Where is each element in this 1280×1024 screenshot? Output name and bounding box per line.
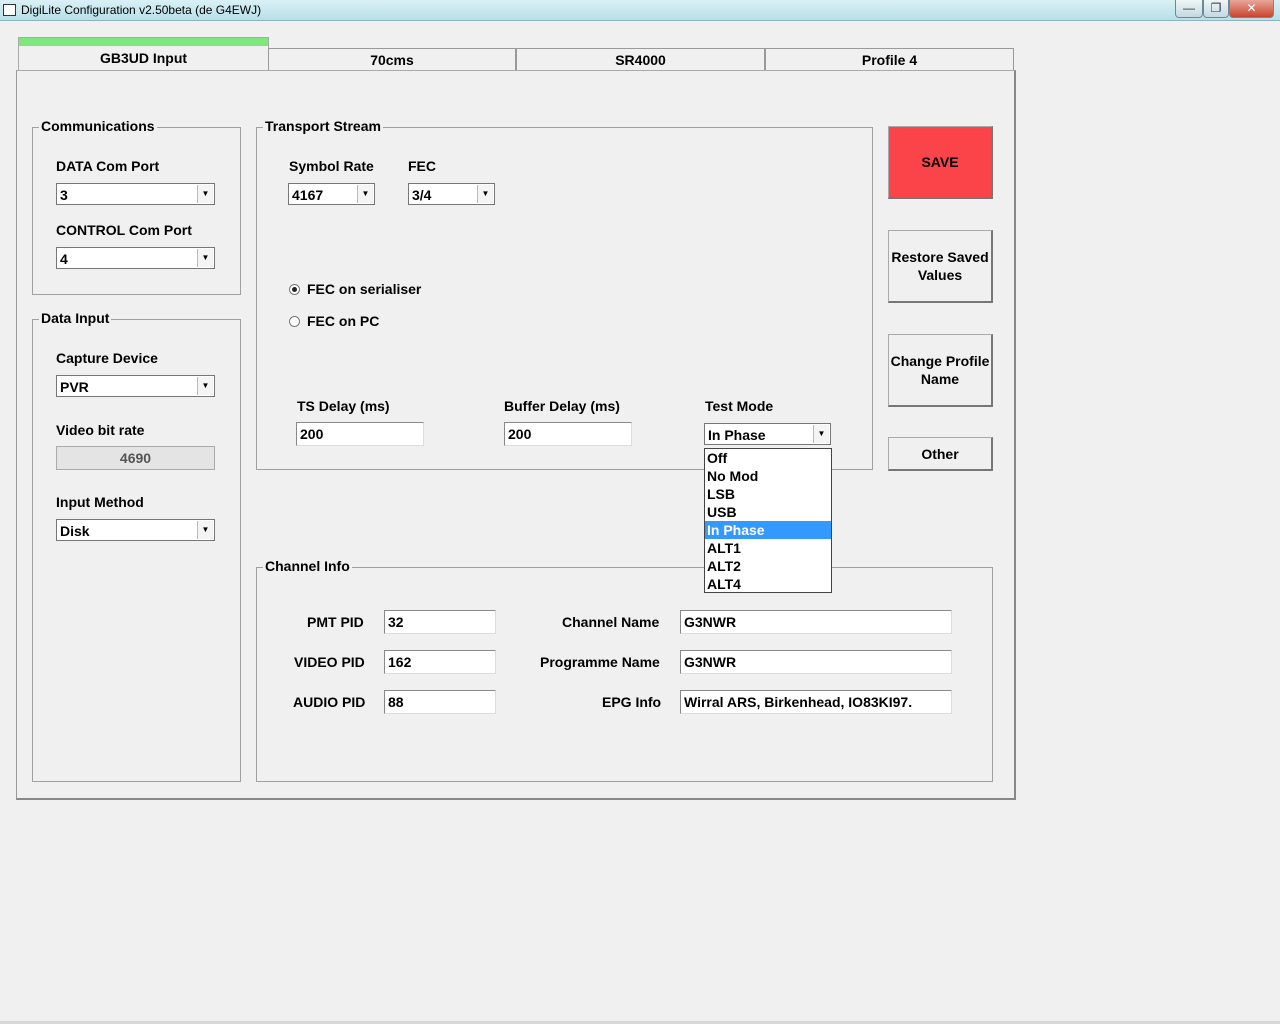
- channel-name-field[interactable]: G3NWR: [680, 610, 952, 634]
- fec-select[interactable]: 3/4 ▼: [408, 183, 495, 205]
- field-value: 4690: [119, 450, 152, 466]
- chevron-down-icon[interactable]: ▼: [197, 377, 213, 395]
- group-legend: Communications: [39, 118, 157, 134]
- title-bar: DigiLite Configuration v2.50beta (de G4E…: [0, 0, 1280, 21]
- field-value: 162: [388, 654, 412, 670]
- fec-on-serialiser-label[interactable]: FEC on serialiser: [307, 281, 421, 297]
- fec-on-serialiser-radio[interactable]: [289, 284, 300, 295]
- capture-device-select[interactable]: PVR ▼: [56, 375, 215, 397]
- field-value: Wirral ARS, Birkenhead, IO83KI97.: [684, 694, 913, 710]
- chevron-down-icon[interactable]: ▼: [197, 521, 213, 539]
- communications-group: Communications: [32, 118, 241, 295]
- input-method-label: Input Method: [56, 494, 144, 510]
- test-mode-option[interactable]: LSB: [705, 485, 831, 503]
- control-com-port-label: CONTROL Com Port: [56, 222, 192, 238]
- field-value: 200: [508, 426, 532, 442]
- tab-label: Profile 4: [861, 52, 918, 68]
- fec-on-pc-label[interactable]: FEC on PC: [307, 313, 379, 329]
- select-value: In Phase: [708, 427, 766, 443]
- chevron-down-icon[interactable]: ▼: [197, 249, 213, 267]
- video-bit-rate-field: 4690: [56, 446, 215, 470]
- change-profile-name-button[interactable]: Change Profile Name: [888, 334, 993, 407]
- audio-pid-label: AUDIO PID: [293, 694, 366, 710]
- select-value: 3: [60, 187, 68, 203]
- symbol-rate-label: Symbol Rate: [289, 158, 374, 174]
- field-value: 200: [300, 426, 324, 442]
- test-mode-option[interactable]: Off: [705, 449, 831, 467]
- restore-saved-values-button[interactable]: Restore Saved Values: [888, 230, 993, 303]
- programme-name-label: Programme Name: [540, 654, 660, 670]
- audio-pid-field[interactable]: 88: [384, 690, 496, 714]
- group-legend: Channel Info: [263, 558, 352, 574]
- ts-delay-field[interactable]: 200: [296, 422, 424, 446]
- test-mode-option[interactable]: ALT2: [705, 557, 831, 575]
- epg-info-label: EPG Info: [602, 694, 662, 710]
- symbol-rate-select[interactable]: 4167 ▼: [288, 183, 375, 205]
- minimize-button[interactable]: —: [1175, 0, 1203, 18]
- chevron-down-icon[interactable]: ▼: [813, 425, 829, 443]
- restore-button[interactable]: ❐: [1203, 0, 1229, 18]
- group-legend: Data Input: [39, 310, 112, 326]
- pmt-pid-label: PMT PID: [307, 614, 364, 630]
- field-value: G3NWR: [684, 614, 737, 630]
- tab-profile-4[interactable]: Profile 4: [765, 48, 1014, 71]
- capture-device-label: Capture Device: [56, 350, 158, 366]
- active-tab-indicator: [19, 38, 268, 46]
- fec-on-pc-radio[interactable]: [289, 316, 300, 327]
- input-method-select[interactable]: Disk ▼: [56, 519, 215, 541]
- chevron-down-icon[interactable]: ▼: [357, 185, 373, 203]
- transport-stream-group: Transport Stream: [256, 118, 873, 470]
- close-button[interactable]: ✕: [1229, 0, 1274, 18]
- chevron-down-icon[interactable]: ▼: [197, 185, 213, 203]
- video-pid-label: VIDEO PID: [294, 654, 365, 670]
- field-value: 32: [388, 614, 404, 630]
- control-com-port-select[interactable]: 4 ▼: [56, 247, 215, 269]
- save-button[interactable]: SAVE: [888, 126, 993, 199]
- select-value: PVR: [60, 379, 89, 395]
- other-button[interactable]: Other: [888, 437, 993, 471]
- test-mode-option[interactable]: In Phase: [705, 521, 831, 539]
- video-pid-field[interactable]: 162: [384, 650, 496, 674]
- field-value: G3NWR: [684, 654, 737, 670]
- buffer-delay-field[interactable]: 200: [504, 422, 632, 446]
- select-value: 4167: [292, 187, 324, 203]
- channel-name-label: Channel Name: [562, 614, 660, 630]
- field-value: 88: [388, 694, 404, 710]
- data-com-port-select[interactable]: 3 ▼: [56, 183, 215, 205]
- select-value: 4: [60, 251, 68, 267]
- test-mode-select[interactable]: In Phase ▼: [704, 423, 831, 445]
- test-mode-option[interactable]: ALT4: [705, 575, 831, 593]
- programme-name-field[interactable]: G3NWR: [680, 650, 952, 674]
- tab-70cms[interactable]: 70cms: [268, 48, 516, 71]
- epg-info-field[interactable]: Wirral ARS, Birkenhead, IO83KI97.: [680, 690, 952, 714]
- select-value: Disk: [60, 523, 90, 539]
- buffer-delay-label: Buffer Delay (ms): [504, 398, 620, 414]
- tab-gb3ud-input[interactable]: GB3UD Input: [18, 37, 269, 71]
- tab-label: 70cms: [370, 52, 414, 68]
- select-value: 3/4: [412, 187, 432, 203]
- ts-delay-label: TS Delay (ms): [297, 398, 390, 414]
- tab-label: GB3UD Input: [99, 50, 188, 66]
- fec-label: FEC: [408, 158, 436, 174]
- tab-label: SR4000: [615, 52, 666, 68]
- test-mode-option[interactable]: ALT1: [705, 539, 831, 557]
- window-title: DigiLite Configuration v2.50beta (de G4E…: [21, 3, 262, 17]
- video-bit-rate-label: Video bit rate: [56, 422, 145, 438]
- group-legend: Transport Stream: [263, 118, 383, 134]
- test-mode-option[interactable]: No Mod: [705, 467, 831, 485]
- test-mode-label: Test Mode: [705, 398, 774, 414]
- pmt-pid-field[interactable]: 32: [384, 610, 496, 634]
- test-mode-option[interactable]: USB: [705, 503, 831, 521]
- data-com-port-label: DATA Com Port: [56, 158, 160, 174]
- tab-sr4000[interactable]: SR4000: [516, 48, 765, 71]
- channel-info-group: Channel Info: [256, 558, 993, 782]
- test-mode-dropdown-list[interactable]: Off No Mod LSB USB In Phase ALT1 ALT2 ALT4: [704, 448, 832, 593]
- chevron-down-icon[interactable]: ▼: [477, 185, 493, 203]
- app-icon: [3, 4, 16, 16]
